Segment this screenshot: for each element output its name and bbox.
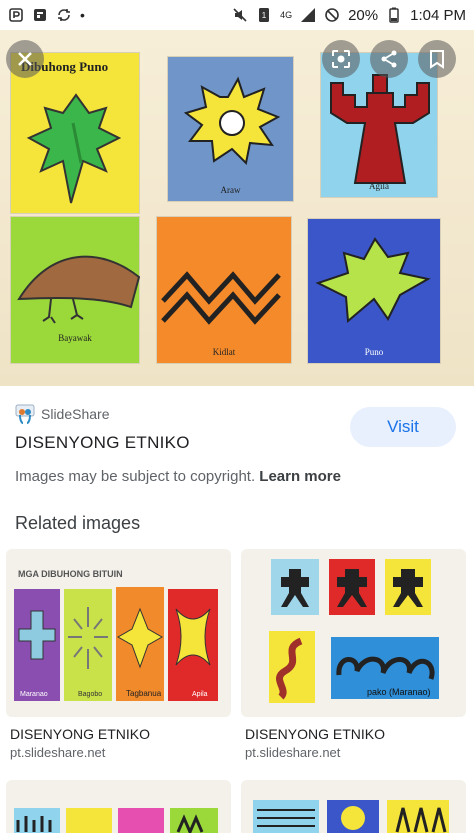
blocked-icon (325, 8, 339, 22)
share-icon (381, 50, 397, 68)
panel-puno: Puno (307, 218, 441, 364)
status-bar-right: 1 4G 20% 1:04 PM (232, 7, 466, 24)
tree-motif-icon (26, 93, 122, 204)
image-title[interactable]: DISENYONG ETNIKO (15, 433, 190, 453)
panel-caption: Puno (364, 347, 384, 357)
mute-icon (233, 8, 247, 22)
preview-image[interactable]: Dibuhong Puno Araw Agila Bayawak Kidlat … (0, 30, 474, 386)
panel-bayawak: Bayawak (10, 216, 141, 364)
source-row[interactable]: SlideShare (15, 404, 110, 424)
related-image-card-partial[interactable] (6, 780, 231, 833)
pattern-motifs-icon (14, 808, 218, 833)
copyright-notice: Images may be subject to copyright. Lear… (15, 468, 341, 485)
panel-caption: Bayawak (58, 333, 92, 343)
network-type: 4G (280, 10, 293, 20)
battery-percent: 20% (348, 6, 379, 24)
sync-icon (58, 9, 70, 21)
share-button[interactable] (370, 40, 408, 78)
panel-caption: Araw (220, 185, 241, 195)
battery-icon (389, 7, 399, 23)
thumb-label: Tagbanua (126, 689, 162, 698)
bookmark-icon (430, 50, 444, 69)
thumb-label: Maranao (20, 691, 48, 698)
copyright-text: Images may be subject to copyright. (15, 468, 256, 485)
related-image-title: DISENYONG ETNIKO (10, 726, 151, 742)
related-image-thumbnail[interactable]: MGA DIBUHONG BITUIN Maranao Bagobo Tagba… (6, 549, 231, 717)
status-bar-left: • (8, 7, 85, 23)
image-source-panel: SlideShare DISENYONG ETNIKO Visit Images… (0, 386, 474, 506)
plant-motif-icon (315, 237, 431, 324)
close-button[interactable] (6, 40, 44, 78)
sun-motif-icon (183, 76, 281, 166)
related-image-thumbnail[interactable]: pako (Maranao) (241, 549, 466, 717)
status-bar: • 1 4G 20% 1:04 PM (0, 0, 474, 30)
notification-icon (9, 8, 23, 22)
related-image-card[interactable]: pako (Maranao) DISENYONG ETNIKO pt.slide… (241, 549, 466, 760)
related-image-card-partial[interactable] (241, 780, 466, 833)
panel-kidlat: Kidlat (156, 216, 292, 364)
thumb-label: Bagobo (78, 691, 103, 698)
related-image-title: DISENYONG ETNIKO (245, 726, 386, 742)
slideshare-logo-icon (15, 404, 35, 424)
close-icon (18, 52, 32, 66)
dot-icon: • (80, 7, 85, 23)
lightning-motif-icon (161, 271, 281, 325)
related-image-card[interactable]: MGA DIBUHONG BITUIN Maranao Bagobo Tagba… (6, 549, 231, 760)
figure-motifs-icon (269, 559, 439, 703)
thumb-label: Apila (192, 691, 208, 698)
panel-caption: Kidlat (212, 347, 236, 357)
lens-icon (332, 50, 350, 68)
related-image-source: pt.slideshare.net (245, 745, 341, 760)
signal-icon (301, 8, 316, 22)
sim-icon: 1 (259, 8, 270, 22)
visit-button[interactable]: Visit (350, 407, 456, 447)
clock: 1:04 PM (410, 6, 466, 24)
lens-button[interactable] (322, 40, 360, 78)
learn-more-link[interactable]: Learn more (259, 468, 341, 485)
source-site-name: SlideShare (41, 406, 110, 422)
thumb-label: pako (Maranao) (367, 687, 431, 697)
related-images-heading: Related images (15, 513, 141, 533)
related-image-source: pt.slideshare.net (10, 745, 106, 760)
pattern-motifs-icon (253, 800, 449, 833)
panel-caption: Agila (369, 181, 389, 191)
svg-text:1: 1 (262, 11, 267, 20)
flipboard-icon (34, 9, 46, 21)
panel-araw: Araw (167, 56, 294, 202)
bookmark-button[interactable] (418, 40, 456, 78)
